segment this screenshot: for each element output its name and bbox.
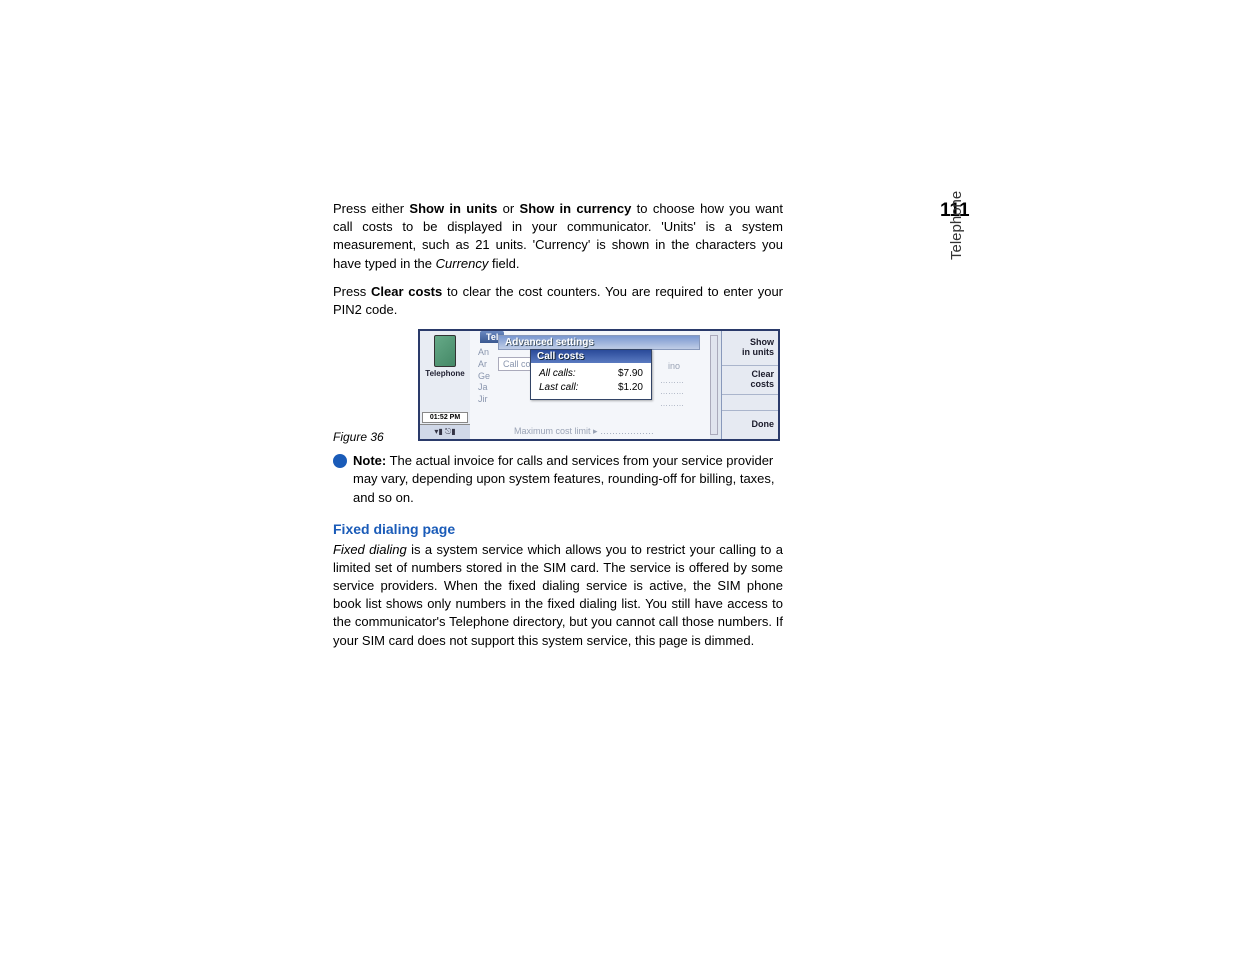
softkey-clear-costs: Clear costs — [722, 366, 778, 395]
softkey-line: in units — [742, 348, 774, 358]
softkey-line: Done — [752, 420, 775, 430]
device-softkey-column: Show in units Clear costs Done — [721, 331, 778, 439]
page-content: Press either Show in units or Show in cu… — [333, 200, 893, 660]
note-bullet-icon — [333, 454, 347, 468]
note-text: Note: The actual invoice for calls and s… — [353, 452, 783, 507]
figure-36: Figure 36 Telephone 01:52 PM ▾▮ ⎋▮ Tel A… — [333, 329, 783, 444]
row-all-calls: All calls: $7.90 — [539, 367, 643, 381]
list-item: Ge — [478, 371, 490, 383]
list-item: Jir — [478, 394, 490, 406]
device-app-label: Telephone — [420, 369, 470, 378]
device-background-list: An Ar Ge Ja Jir — [478, 347, 490, 405]
text: Press — [333, 284, 371, 299]
figure-caption: Figure 36 — [333, 430, 384, 444]
advanced-settings-title: Advanced settings — [498, 335, 700, 350]
row-label: Last call: — [539, 381, 578, 395]
paragraph-fixed-dialing: Fixed dialing is a system service which … — [333, 541, 783, 650]
text: Press either — [333, 201, 409, 216]
italic-fixed-dialing: Fixed dialing — [333, 542, 407, 557]
maximum-cost-limit-line: Maximum cost limit ▸ ……………… — [514, 426, 654, 437]
device-scrollbar — [710, 335, 718, 435]
list-item: An — [478, 347, 490, 359]
section-side-label: Telephone — [948, 191, 965, 260]
device-main-area: Tel An Ar Ge Ja Jir Advanced settings Ca… — [470, 331, 710, 439]
text: or — [497, 201, 519, 216]
note-block: Note: The actual invoice for calls and s… — [333, 452, 783, 507]
italic-currency: Currency — [436, 256, 489, 271]
bold-show-in-units: Show in units — [409, 201, 497, 216]
softkey-spacer — [722, 395, 778, 411]
device-time: 01:52 PM — [422, 412, 468, 423]
note-body: The actual invoice for calls and service… — [353, 453, 775, 504]
uno-fragment: ino — [668, 361, 680, 371]
list-item: Ja — [478, 382, 490, 394]
softkey-done: Done — [722, 411, 778, 439]
heading-fixed-dialing: Fixed dialing page — [333, 521, 893, 537]
bold-clear-costs: Clear costs — [371, 284, 442, 299]
softkey-show-in-units: Show in units — [722, 331, 778, 366]
row-label: All calls: — [539, 367, 576, 381]
row-value: $7.90 — [618, 367, 643, 381]
row-value: $1.20 — [618, 381, 643, 395]
softkey-line: Clear costs — [726, 370, 774, 390]
dots-fragment: ……… ……… ……… — [660, 375, 690, 409]
phone-icon — [434, 335, 456, 367]
device-left-panel: Telephone 01:52 PM ▾▮ ⎋▮ — [420, 331, 471, 439]
text: is a system service which allows you to … — [333, 542, 783, 648]
note-label: Note: — [353, 453, 386, 468]
list-item: Ar — [478, 359, 490, 371]
paragraph-clear-costs: Press Clear costs to clear the cost coun… — [333, 283, 783, 319]
call-costs-dialog: Call costs All calls: $7.90 Last call: $… — [530, 349, 652, 400]
bold-show-in-currency: Show in currency — [520, 201, 632, 216]
device-screenshot: Telephone 01:52 PM ▾▮ ⎋▮ Tel An Ar Ge Ja… — [418, 329, 780, 441]
status-icons-row: ▾▮ ⎋▮ — [420, 424, 470, 439]
row-last-call: Last call: $1.20 — [539, 381, 643, 395]
dialog-title: Call costs — [531, 350, 651, 363]
text: field. — [488, 256, 519, 271]
dialog-body: All calls: $7.90 Last call: $1.20 — [531, 363, 651, 399]
paragraph-show-options: Press either Show in units or Show in cu… — [333, 200, 783, 273]
